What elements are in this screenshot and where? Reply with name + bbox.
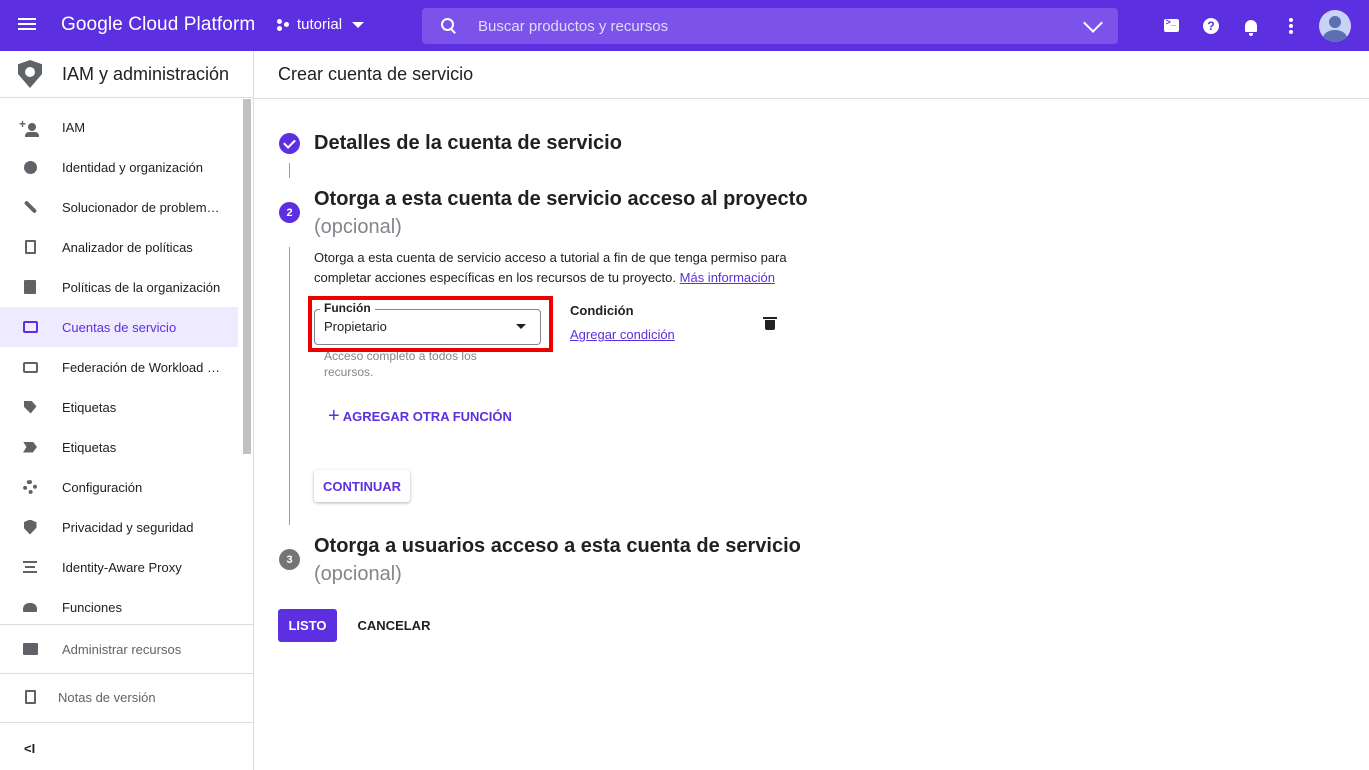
sidebar-item-label: Funciones	[62, 599, 122, 615]
sidebar-item-troubleshooter[interactable]: Solucionador de problem…	[0, 187, 238, 227]
page-title: Crear cuenta de servicio	[278, 64, 474, 84]
chevron-down-icon	[352, 21, 365, 28]
step2-optional: (opcional)	[314, 216, 402, 238]
step3-title[interactable]: Otorga a usuarios acceso a esta cuenta d…	[314, 535, 801, 558]
service-account-icon	[22, 319, 38, 335]
sidebar-header: IAM y administración	[0, 51, 253, 98]
sidebar-item-label: IAM	[62, 119, 86, 135]
step-connector	[289, 163, 290, 178]
step-connector	[289, 247, 290, 525]
sidebar-item-label: Etiquetas	[62, 399, 117, 415]
step2-description: Otorga a esta cuenta de servicio acceso …	[314, 248, 794, 288]
sidebar-item-label: Privacidad y seguridad	[62, 519, 194, 535]
iam-shield-icon	[18, 60, 42, 88]
release-notes-link[interactable]: Notas de versión	[0, 673, 253, 721]
bell-icon	[1245, 19, 1257, 36]
add-role-button[interactable]: + AGREGAR OTRA FUNCIÓN	[328, 405, 512, 427]
sidebar: IAM y administración IAM Identidad y org…	[0, 51, 254, 770]
release-notes-icon	[22, 689, 38, 705]
cancel-button[interactable]: CANCELAR	[353, 609, 435, 642]
sidebar-item-service-accounts[interactable]: Cuentas de servicio	[0, 307, 238, 347]
list-doc-icon	[22, 279, 38, 295]
avatar[interactable]	[1319, 9, 1351, 42]
continue-button[interactable]: CONTINUAR	[314, 470, 410, 502]
search-icon	[440, 17, 458, 35]
step3-optional: (opcional)	[314, 563, 402, 585]
sidebar-item-labels[interactable]: Etiquetas	[0, 427, 238, 467]
help-button[interactable]: ?	[1191, 6, 1231, 46]
more-info-link[interactable]: Más información	[680, 270, 775, 285]
sidebar-item-label: Cuentas de servicio	[62, 319, 177, 335]
step3-number: 3	[279, 549, 300, 570]
policy-doc-icon	[22, 239, 38, 255]
label-icon	[22, 439, 38, 455]
sidebar-item-roles[interactable]: Funciones	[0, 587, 238, 627]
manage-resources-link[interactable]: Administrar recursos	[0, 625, 253, 673]
hat-icon	[22, 599, 38, 615]
folder-settings-icon	[22, 641, 38, 657]
shield-icon	[22, 519, 38, 535]
more-vert-icon	[1289, 17, 1293, 34]
sidebar-item-settings[interactable]: Configuración	[0, 467, 238, 507]
plus-icon: +	[328, 405, 340, 427]
sidebar-item-label: Identity-Aware Proxy	[62, 559, 182, 575]
done-button[interactable]: LISTO	[278, 609, 337, 642]
sidebar-item-identity[interactable]: Identidad y organización	[0, 147, 238, 187]
sidebar-item-policy-analyzer[interactable]: Analizador de políticas	[0, 227, 238, 267]
page-header: Crear cuenta de servicio	[254, 51, 1369, 99]
proxy-icon	[22, 559, 38, 575]
top-app-bar: Google Cloud Platform tutorial ?	[0, 0, 1369, 51]
search-input[interactable]	[478, 17, 1086, 35]
sidebar-item-iap[interactable]: Identity-Aware Proxy	[0, 547, 238, 587]
manage-resources-label: Administrar recursos	[62, 641, 182, 657]
person-add-icon	[19, 117, 39, 137]
wrench-icon	[22, 199, 38, 215]
search-bar[interactable]	[422, 8, 1118, 44]
step1-title[interactable]: Detalles de la cuenta de servicio	[314, 132, 622, 155]
brand-title[interactable]: Google Cloud Platform	[61, 14, 255, 36]
gear-icon	[22, 479, 38, 495]
tag-icon	[22, 399, 38, 415]
condition-label: Condición	[570, 303, 634, 318]
step2-number: 2	[279, 202, 300, 223]
add-role-label: AGREGAR OTRA FUNCIÓN	[342, 408, 512, 424]
project-selector[interactable]: tutorial	[275, 16, 365, 33]
release-notes-label: Notas de versión	[58, 689, 156, 705]
step-complete-check-icon	[279, 133, 300, 154]
cloud-shell-icon	[1163, 17, 1179, 32]
chevron-down-icon[interactable]	[1083, 13, 1103, 33]
sidebar-item-label: Federación de Workload I…	[62, 359, 222, 375]
sidebar-item-label: Identidad y organización	[62, 159, 203, 175]
cloud-shell-button[interactable]	[1151, 6, 1191, 46]
menu-icon[interactable]	[18, 15, 42, 37]
role-helper-text: Acceso completo a todos los recursos.	[324, 349, 477, 379]
sidebar-item-label: Solucionador de problem…	[62, 199, 220, 215]
sidebar-title: IAM y administración	[62, 63, 230, 84]
delete-icon[interactable]	[763, 315, 777, 331]
divider	[0, 722, 253, 723]
sidebar-item-label: Etiquetas	[62, 439, 117, 455]
highlight-box	[308, 296, 553, 352]
sidebar-nav: IAM Identidad y organización Solucionado…	[0, 107, 238, 627]
notifications-button[interactable]	[1231, 6, 1271, 46]
sidebar-item-label: Configuración	[62, 479, 143, 495]
step2-title: Otorga a esta cuenta de servicio acceso …	[314, 188, 808, 210]
sidebar-item-label: Políticas de la organización	[62, 279, 221, 295]
project-name: tutorial	[297, 16, 343, 33]
sidebar-item-org-policies[interactable]: Políticas de la organización	[0, 267, 238, 307]
sidebar-item-tags[interactable]: Etiquetas	[0, 387, 238, 427]
sidebar-item-privacy-security[interactable]: Privacidad y seguridad	[0, 507, 238, 547]
collapse-sidebar-icon[interactable]: <I	[24, 741, 35, 756]
account-circle-icon	[22, 159, 38, 175]
project-icon	[275, 17, 291, 33]
help-icon: ?	[1203, 17, 1219, 34]
sidebar-item-label: Analizador de políticas	[62, 239, 193, 255]
sidebar-item-iam[interactable]: IAM	[0, 107, 238, 147]
add-condition-link[interactable]: Agregar condición	[570, 327, 675, 342]
sidebar-scrollbar[interactable]	[243, 99, 251, 454]
sidebar-item-workload-federation[interactable]: Federación de Workload I…	[0, 347, 238, 387]
more-options-button[interactable]	[1271, 6, 1311, 46]
id-card-icon	[22, 359, 38, 375]
